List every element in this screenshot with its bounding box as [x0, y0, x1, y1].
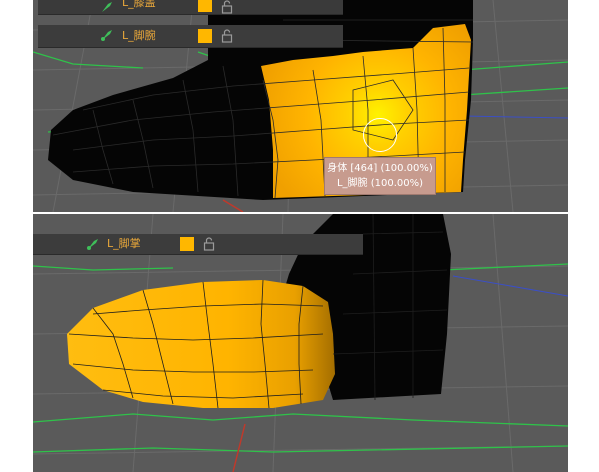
weight-row-prev[interactable]: L_膝盖 [38, 0, 343, 15]
weight-color-swatch [198, 0, 212, 12]
unlocked-lock-icon[interactable] [221, 29, 233, 43]
unlocked-lock-icon[interactable] [221, 0, 233, 14]
axis-blue [462, 115, 568, 119]
bone-icon [87, 239, 98, 250]
axis-red [232, 423, 246, 472]
tooltip-bone-line: L_脚腕 (100.00%) [336, 178, 424, 189]
viewport-top[interactable]: L_膝盖 L_脚腕 [33, 0, 568, 212]
weight-color-swatch [198, 29, 212, 43]
axis-red [222, 199, 244, 212]
weight-color-swatch [180, 237, 194, 251]
unlocked-lock-icon[interactable] [203, 237, 215, 251]
weight-row-l-ankle[interactable]: L_脚腕 [38, 25, 343, 48]
weight-row-l-sole[interactable]: L_脚掌 [33, 234, 363, 255]
weight-row-l-sole-label: L_脚掌 [107, 237, 141, 250]
vertex-weight-tooltip: 身体 [464] (100.00%) L_脚腕 (100.00%) [324, 157, 436, 195]
weighted-region [67, 280, 335, 408]
bone-icon [101, 30, 112, 41]
tooltip-vertex-line: 身体 [464] (100.00%) [327, 163, 433, 174]
viewport-bottom[interactable]: L_脚掌 [33, 214, 568, 472]
brush-cursor-ring [363, 118, 397, 152]
axis-blue [452, 275, 568, 297]
weight-row-l-ankle-label: L_脚腕 [122, 29, 156, 42]
weight-row-prev-label: L_膝盖 [122, 0, 156, 9]
bone-icon [102, 2, 112, 12]
